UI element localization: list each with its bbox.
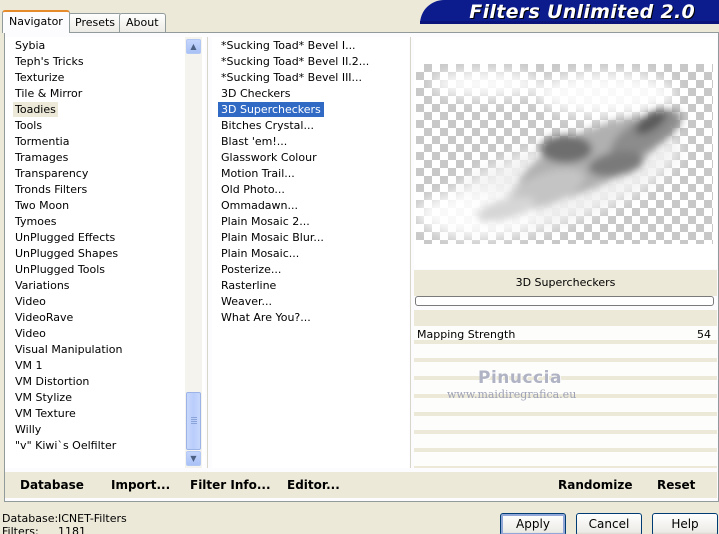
editor-button[interactable]: Editor... [287,478,340,492]
grip-line [191,417,197,418]
category-item[interactable]: Tronds Filters [13,182,89,197]
filter-item[interactable]: Glasswork Colour [218,150,320,165]
filter-item[interactable]: Weaver... [218,294,275,309]
filter-item[interactable]: What Are You?... [218,310,314,325]
category-item[interactable]: Tools [13,118,44,133]
filter-item[interactable]: Blast 'em!... [218,134,290,149]
category-item[interactable]: Tormentia [13,134,71,149]
category-item[interactable]: Two Moon [13,198,71,213]
category-item[interactable]: Texturize [13,70,66,85]
list-divider [207,37,208,468]
smoke-render-image [416,70,682,240]
parameter-row-empty [414,452,717,466]
filter-item[interactable]: 3D Checkers [218,86,293,101]
filter-item[interactable]: *Sucking Toad* Bevel III... [218,70,365,85]
filter-item[interactable]: Plain Mosaic Blur... [218,230,327,245]
parameter-row-empty [414,362,717,376]
filter-item[interactable]: Bitches Crystal... [218,118,317,133]
category-item[interactable]: Transparency [13,166,90,181]
filter-item[interactable]: Plain Mosaic... [218,246,302,261]
category-item[interactable]: UnPlugged Shapes [13,246,120,261]
category-list[interactable]: Sybia Teph's Tricks Texturize Tile & Mir… [5,37,205,468]
parameter-row-empty [414,434,717,448]
category-item[interactable]: Tymoes [13,214,58,229]
category-item[interactable]: Variations [13,278,72,293]
filter-item-selected[interactable]: 3D Supercheckers [218,102,324,117]
tab-navigator[interactable]: Navigator [2,10,70,33]
filter-item[interactable]: Motion Trail... [218,166,298,181]
filter-item[interactable]: *Sucking Toad* Bevel I... [218,38,359,53]
category-item[interactable]: Sybia [13,38,47,53]
category-item[interactable]: VM Stylize [13,390,74,405]
parameter-label: Mapping Strength [417,328,516,341]
title-banner: Filters Unlimited 2.0 [420,0,719,24]
filter-item[interactable]: Rasterline [218,278,279,293]
reset-button[interactable]: Reset [657,478,695,492]
category-item[interactable]: "v" Kiwi`s Oelfilter [13,438,118,453]
database-button[interactable]: Database [20,478,84,492]
filters-count-label: Filters: [2,525,39,534]
parameter-value[interactable]: 54 [697,328,711,341]
import-button[interactable]: Import... [111,478,170,492]
grip-line [191,421,197,422]
grip-line [191,423,197,424]
category-item[interactable]: VM Distortion [13,374,91,389]
category-item[interactable]: Tramages [13,150,70,165]
category-item[interactable]: UnPlugged Tools [13,262,107,277]
cancel-button[interactable]: Cancel [576,513,642,534]
database-label: Database: [2,512,59,525]
tab-about[interactable]: About [119,13,166,32]
filter-item[interactable]: Plain Mosaic 2... [218,214,313,229]
database-value: ICNET-Filters [58,512,127,525]
category-item[interactable]: Video [13,294,48,309]
grip-line [191,419,197,420]
progress-bar [415,296,714,306]
filter-item[interactable]: Ommadawn... [218,198,301,213]
category-item[interactable]: VideoRave [13,310,75,325]
parameter-row-empty [414,344,717,358]
category-item[interactable]: UnPlugged Effects [13,230,117,245]
help-button[interactable]: Help [652,513,718,534]
preview-image [416,64,713,244]
filter-item[interactable]: *Sucking Toad* Bevel II.2... [218,54,372,69]
watermark-name: Pinuccia [478,368,562,388]
preview-filter-name: 3D Supercheckers [515,276,616,289]
filter-list[interactable]: *Sucking Toad* Bevel I... *Sucking Toad*… [212,37,409,468]
category-item[interactable]: Visual Manipulation [13,342,124,357]
filters-count-value: 1181 [58,525,86,534]
app-title: Filters Unlimited 2.0 [469,1,695,23]
filter-item[interactable]: Old Photo... [218,182,288,197]
category-item[interactable]: Willy [13,422,43,437]
tab-strip: Navigator Presets About [0,0,430,33]
scroll-up-arrow-icon[interactable]: ▲ [186,39,201,54]
category-item[interactable]: Tile & Mirror [13,86,84,101]
list-divider [410,37,411,468]
scroll-down-arrow-icon[interactable]: ▼ [186,451,201,466]
category-item-selected[interactable]: Toadies [13,102,58,117]
category-item[interactable]: Teph's Tricks [13,54,86,69]
category-item[interactable]: VM Texture [13,406,78,421]
category-item[interactable]: VM 1 [13,358,45,373]
randomize-button[interactable]: Randomize [558,478,632,492]
tab-presets[interactable]: Presets [68,13,123,32]
parameter-row-empty [414,416,717,430]
category-item[interactable]: Video [13,326,48,341]
filter-item[interactable]: Posterize... [218,262,284,277]
category-scrollbar[interactable]: ▲ ▼ [185,37,202,468]
watermark-url: www.maidiregrafica.eu [447,388,577,401]
filter-info-button[interactable]: Filter Info... [190,478,271,492]
scroll-thumb[interactable] [186,392,201,450]
apply-button[interactable]: Apply [500,513,566,534]
